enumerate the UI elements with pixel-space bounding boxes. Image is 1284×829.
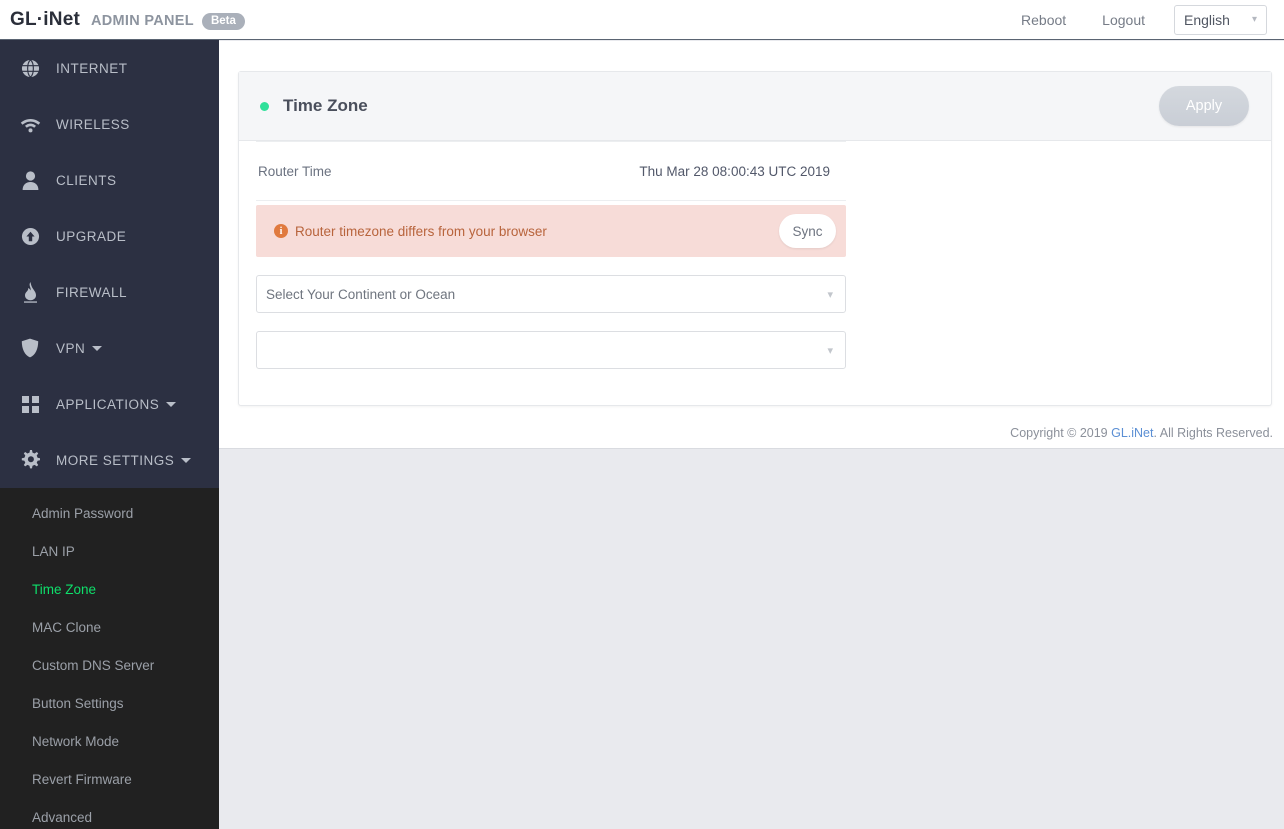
sync-button[interactable]: Sync	[779, 214, 836, 248]
sidebar-subitem-label: MAC Clone	[32, 619, 102, 635]
logout-button[interactable]: Logout	[1102, 12, 1145, 28]
copyright-prefix: Copyright © 2019	[1010, 426, 1112, 440]
gear-icon	[18, 448, 42, 472]
wifi-icon	[18, 112, 42, 136]
sidebar-nav: INTERNET WIRELESS CLIENTS UPGRADE FIREWA…	[0, 40, 219, 829]
sidebar-subitem-mac-clone[interactable]: MAC Clone	[0, 608, 219, 646]
sidebar-item-wireless[interactable]: WIRELESS	[0, 96, 219, 152]
admin-panel-label: ADMIN PANEL	[91, 12, 194, 29]
sidebar-subitem-label: Time Zone	[32, 581, 97, 597]
sidebar-subitem-label: Network Mode	[32, 733, 120, 749]
apply-button[interactable]: Apply	[1159, 86, 1249, 126]
sidebar-item-internet[interactable]: INTERNET	[0, 40, 219, 96]
time-zone-card: Time Zone Apply Router Time Thu Mar 28 0…	[238, 71, 1272, 406]
logo-text: GL·iNet	[10, 8, 81, 30]
continent-select[interactable]: Select Your Continent or Ocean ▾	[256, 275, 846, 313]
sidebar-subitem-label: Revert Firmware	[32, 771, 132, 787]
router-time-row: Router Time Thu Mar 28 08:00:43 UTC 2019	[256, 141, 846, 201]
language-select-value: English	[1184, 11, 1230, 28]
globe-icon	[18, 56, 42, 80]
sidebar-subitem-time-zone[interactable]: Time Zone	[0, 570, 219, 608]
sidebar-subitem-custom-dns-server[interactable]: Custom DNS Server	[0, 646, 219, 684]
sidebar-item-clients[interactable]: CLIENTS	[0, 152, 219, 208]
status-dot-icon	[260, 101, 269, 111]
sidebar-item-applications[interactable]: APPLICATIONS	[0, 376, 219, 432]
copyright-suffix: . All Rights Reserved.	[1153, 426, 1274, 440]
sidebar-item-label: MORE SETTINGS	[56, 452, 175, 468]
flame-icon	[18, 280, 42, 304]
sidebar-subitem-lan-ip[interactable]: LAN IP	[0, 532, 219, 570]
grid-icon	[18, 392, 42, 416]
region-select[interactable]: ▾	[256, 331, 846, 369]
chevron-down-icon	[92, 345, 103, 351]
sidebar-item-vpn[interactable]: VPN	[0, 320, 219, 376]
continent-select-value: Select Your Continent or Ocean	[266, 286, 456, 302]
sidebar-subitem-network-mode[interactable]: Network Mode	[0, 722, 219, 760]
sidebar-item-label: FIREWALL	[56, 284, 128, 300]
sidebar-subitem-label: Admin Password	[32, 505, 134, 521]
alert-message: Router timezone differs from your browse…	[295, 223, 547, 239]
glinet-link[interactable]: GL.iNet	[1111, 426, 1153, 440]
reboot-button[interactable]: Reboot	[1021, 12, 1066, 28]
brand-logo[interactable]: GL·iNet ADMIN PANEL Beta	[10, 9, 245, 31]
page-title: Time Zone	[283, 96, 368, 115]
language-select[interactable]: English ▾	[1174, 4, 1267, 35]
sidebar-item-label: WIRELESS	[56, 116, 130, 132]
chevron-down-icon	[181, 457, 192, 463]
sidebar-subitem-label: Custom DNS Server	[32, 657, 155, 673]
chevron-down-icon: ▾	[827, 344, 833, 357]
sidebar-submenu-more-settings: Admin Password LAN IP Time Zone MAC Clon…	[0, 488, 219, 829]
card-header: Time Zone Apply	[239, 72, 1271, 141]
beta-badge: Beta	[201, 12, 245, 30]
chevron-down-icon: ▾	[1251, 14, 1257, 25]
chevron-down-icon: ▾	[827, 288, 833, 301]
sidebar-item-label: CLIENTS	[56, 172, 117, 188]
sidebar-item-label: VPN	[56, 340, 86, 356]
chevron-down-icon	[166, 401, 177, 407]
card-body: Router Time Thu Mar 28 08:00:43 UTC 2019…	[239, 141, 1271, 405]
upload-circle-icon	[18, 224, 42, 248]
sidebar-subitem-label: Advanced	[32, 809, 93, 825]
sidebar-item-more-settings[interactable]: MORE SETTINGS	[0, 432, 219, 488]
sidebar-subitem-button-settings[interactable]: Button Settings	[0, 684, 219, 722]
page-background-area	[219, 450, 1284, 829]
info-circle-icon: i	[274, 224, 288, 238]
router-time-label: Router Time	[258, 163, 332, 179]
sidebar-subitem-advanced[interactable]: Advanced	[0, 798, 219, 829]
sidebar-subitem-admin-password[interactable]: Admin Password	[0, 494, 219, 532]
sidebar-subitem-revert-firmware[interactable]: Revert Firmware	[0, 760, 219, 798]
sidebar-item-label: APPLICATIONS	[56, 396, 160, 412]
sidebar-subitem-label: LAN IP	[32, 543, 75, 559]
sidebar-item-firewall[interactable]: FIREWALL	[0, 264, 219, 320]
user-icon	[18, 168, 42, 192]
top-header-bar: GL·iNet ADMIN PANEL Beta Reboot Logout E…	[0, 0, 1284, 40]
sidebar-item-upgrade[interactable]: UPGRADE	[0, 208, 219, 264]
header-actions: Reboot Logout English ▾	[1021, 4, 1284, 35]
sidebar-item-label: UPGRADE	[56, 228, 127, 244]
shield-icon	[18, 336, 42, 360]
main-content: Time Zone Apply Router Time Thu Mar 28 0…	[219, 41, 1284, 449]
sidebar-subitem-label: Button Settings	[32, 695, 124, 711]
footer-copyright: Copyright © 2019 GL.iNet. All Rights Res…	[1010, 426, 1273, 440]
timezone-mismatch-alert: i Router timezone differs from your brow…	[256, 205, 846, 257]
router-time-value: Thu Mar 28 08:00:43 UTC 2019	[639, 163, 830, 179]
sidebar-item-label: INTERNET	[56, 60, 128, 76]
